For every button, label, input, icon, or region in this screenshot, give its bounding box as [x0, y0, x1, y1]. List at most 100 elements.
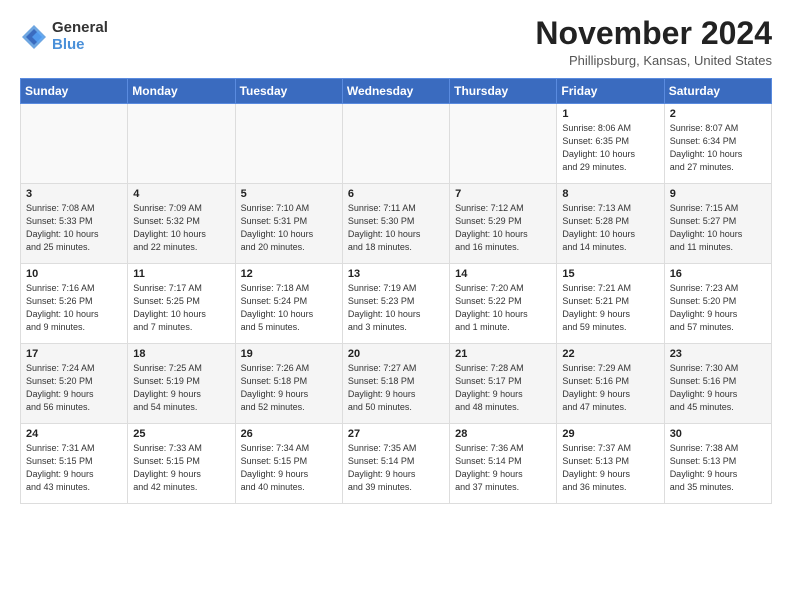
- day-info: Sunrise: 7:08 AM Sunset: 5:33 PM Dayligh…: [26, 202, 122, 254]
- calendar-cell: 22Sunrise: 7:29 AM Sunset: 5:16 PM Dayli…: [557, 344, 664, 424]
- calendar-cell: [128, 104, 235, 184]
- day-info: Sunrise: 7:37 AM Sunset: 5:13 PM Dayligh…: [562, 442, 658, 494]
- calendar-cell: 1Sunrise: 8:06 AM Sunset: 6:35 PM Daylig…: [557, 104, 664, 184]
- day-info: Sunrise: 7:38 AM Sunset: 5:13 PM Dayligh…: [670, 442, 766, 494]
- calendar-cell: 17 Sunrise: 7:24 AM Sunset: 5:20 PM Dayli…: [21, 344, 128, 424]
- day-info: Sunrise: 7:34 AM Sunset: 5:15 PM Dayligh…: [241, 442, 337, 494]
- calendar-cell: 2Sunrise: 8:07 AM Sunset: 6:34 PM Daylig…: [664, 104, 771, 184]
- calendar-cell: 20 Sunrise: 7:27 AM Sunset: 5:18 PM Dayli…: [342, 344, 449, 424]
- day-number: 14: [455, 268, 551, 280]
- day-info: Sunrise: 7:30 AM Sunset: 5:16 PM Dayligh…: [670, 362, 766, 414]
- day-number: 23: [670, 348, 766, 360]
- day-info: Sunrise: 7:27 AM Sunset: 5:18 PM Dayligh…: [348, 362, 444, 414]
- day-number: 11: [133, 268, 229, 280]
- day-info: Sunrise: 7:09 AM Sunset: 5:32 PM Dayligh…: [133, 202, 229, 254]
- calendar-cell: 3 Sunrise: 7:08 AM Sunset: 5:33 PM Daylig…: [21, 184, 128, 264]
- day-number: 12: [241, 268, 337, 280]
- calendar-cell: 12 Sunrise: 7:18 AM Sunset: 5:24 PM Dayli…: [235, 264, 342, 344]
- month-title: November 2024: [535, 16, 772, 51]
- day-number: 6: [348, 188, 444, 200]
- weekday-header-tuesday: Tuesday: [235, 79, 342, 104]
- day-info: Sunrise: 7:12 AM Sunset: 5:29 PM Dayligh…: [455, 202, 551, 254]
- day-info: Sunrise: 8:07 AM Sunset: 6:34 PM Dayligh…: [670, 122, 766, 174]
- calendar-cell: [342, 104, 449, 184]
- calendar-cell: 7 Sunrise: 7:12 AM Sunset: 5:29 PM Daylig…: [450, 184, 557, 264]
- day-info: Sunrise: 7:15 AM Sunset: 5:27 PM Dayligh…: [670, 202, 766, 254]
- calendar-cell: 27 Sunrise: 7:35 AM Sunset: 5:14 PM Dayli…: [342, 424, 449, 504]
- day-number: 10: [26, 268, 122, 280]
- calendar-cell: 4 Sunrise: 7:09 AM Sunset: 5:32 PM Daylig…: [128, 184, 235, 264]
- day-info: Sunrise: 7:13 AM Sunset: 5:28 PM Dayligh…: [562, 202, 658, 254]
- day-number: 7: [455, 188, 551, 200]
- calendar-cell: 15Sunrise: 7:21 AM Sunset: 5:21 PM Dayli…: [557, 264, 664, 344]
- day-info: Sunrise: 7:28 AM Sunset: 5:17 PM Dayligh…: [455, 362, 551, 414]
- day-info: Sunrise: 7:26 AM Sunset: 5:18 PM Dayligh…: [241, 362, 337, 414]
- logo: General Blue: [20, 20, 108, 53]
- calendar-week-1: 1Sunrise: 8:06 AM Sunset: 6:35 PM Daylig…: [21, 104, 772, 184]
- day-info: Sunrise: 7:23 AM Sunset: 5:20 PM Dayligh…: [670, 282, 766, 334]
- weekday-header-friday: Friday: [557, 79, 664, 104]
- calendar-cell: 11 Sunrise: 7:17 AM Sunset: 5:25 PM Dayli…: [128, 264, 235, 344]
- header: General Blue November 2024 Phillipsburg,…: [20, 16, 772, 68]
- calendar-cell: 24 Sunrise: 7:31 AM Sunset: 5:15 PM Dayli…: [21, 424, 128, 504]
- day-info: Sunrise: 7:25 AM Sunset: 5:19 PM Dayligh…: [133, 362, 229, 414]
- day-info: Sunrise: 7:31 AM Sunset: 5:15 PM Dayligh…: [26, 442, 122, 494]
- day-number: 20: [348, 348, 444, 360]
- day-info: Sunrise: 7:21 AM Sunset: 5:21 PM Dayligh…: [562, 282, 658, 334]
- calendar-cell: 14 Sunrise: 7:20 AM Sunset: 5:22 PM Dayli…: [450, 264, 557, 344]
- weekday-header-thursday: Thursday: [450, 79, 557, 104]
- calendar-cell: 21Sunrise: 7:28 AM Sunset: 5:17 PM Dayli…: [450, 344, 557, 424]
- calendar-cell: 19Sunrise: 7:26 AM Sunset: 5:18 PM Dayli…: [235, 344, 342, 424]
- day-info: Sunrise: 7:17 AM Sunset: 5:25 PM Dayligh…: [133, 282, 229, 334]
- day-number: 24: [26, 428, 122, 440]
- day-info: Sunrise: 7:29 AM Sunset: 5:16 PM Dayligh…: [562, 362, 658, 414]
- calendar-week-3: 10 Sunrise: 7:16 AM Sunset: 5:26 PM Dayli…: [21, 264, 772, 344]
- day-info: Sunrise: 7:11 AM Sunset: 5:30 PM Dayligh…: [348, 202, 444, 254]
- day-info: Sunrise: 7:16 AM Sunset: 5:26 PM Dayligh…: [26, 282, 122, 334]
- location: Phillipsburg, Kansas, United States: [535, 53, 772, 68]
- calendar-table: SundayMondayTuesdayWednesdayThursdayFrid…: [20, 78, 772, 504]
- calendar-cell: 28Sunrise: 7:36 AM Sunset: 5:14 PM Dayli…: [450, 424, 557, 504]
- calendar-cell: 10 Sunrise: 7:16 AM Sunset: 5:26 PM Dayli…: [21, 264, 128, 344]
- calendar-cell: 16Sunrise: 7:23 AM Sunset: 5:20 PM Dayli…: [664, 264, 771, 344]
- day-number: 30: [670, 428, 766, 440]
- logo-text: General Blue: [52, 20, 108, 53]
- calendar-cell: 26Sunrise: 7:34 AM Sunset: 5:15 PM Dayli…: [235, 424, 342, 504]
- calendar-cell: 6 Sunrise: 7:11 AM Sunset: 5:30 PM Daylig…: [342, 184, 449, 264]
- day-info: Sunrise: 8:06 AM Sunset: 6:35 PM Dayligh…: [562, 122, 658, 174]
- calendar-cell: 23 Sunrise: 7:30 AM Sunset: 5:16 PM Dayli…: [664, 344, 771, 424]
- day-number: 29: [562, 428, 658, 440]
- calendar-cell: 5 Sunrise: 7:10 AM Sunset: 5:31 PM Daylig…: [235, 184, 342, 264]
- weekday-header-row: SundayMondayTuesdayWednesdayThursdayFrid…: [21, 79, 772, 104]
- calendar-cell: 18 Sunrise: 7:25 AM Sunset: 5:19 PM Dayli…: [128, 344, 235, 424]
- day-number: 9: [670, 188, 766, 200]
- day-info: Sunrise: 7:33 AM Sunset: 5:15 PM Dayligh…: [133, 442, 229, 494]
- day-info: Sunrise: 7:20 AM Sunset: 5:22 PM Dayligh…: [455, 282, 551, 334]
- calendar-cell: 30 Sunrise: 7:38 AM Sunset: 5:13 PM Dayli…: [664, 424, 771, 504]
- calendar-cell: [21, 104, 128, 184]
- day-number: 17: [26, 348, 122, 360]
- title-section: November 2024 Phillipsburg, Kansas, Unit…: [535, 16, 772, 68]
- day-number: 13: [348, 268, 444, 280]
- calendar-cell: 8Sunrise: 7:13 AM Sunset: 5:28 PM Daylig…: [557, 184, 664, 264]
- day-number: 25: [133, 428, 229, 440]
- day-number: 27: [348, 428, 444, 440]
- day-number: 3: [26, 188, 122, 200]
- day-number: 18: [133, 348, 229, 360]
- weekday-header-monday: Monday: [128, 79, 235, 104]
- day-number: 4: [133, 188, 229, 200]
- day-info: Sunrise: 7:18 AM Sunset: 5:24 PM Dayligh…: [241, 282, 337, 334]
- day-info: Sunrise: 7:10 AM Sunset: 5:31 PM Dayligh…: [241, 202, 337, 254]
- logo-icon: [20, 23, 48, 51]
- calendar-cell: 29 Sunrise: 7:37 AM Sunset: 5:13 PM Dayli…: [557, 424, 664, 504]
- day-number: 5: [241, 188, 337, 200]
- weekday-header-saturday: Saturday: [664, 79, 771, 104]
- day-info: Sunrise: 7:19 AM Sunset: 5:23 PM Dayligh…: [348, 282, 444, 334]
- day-info: Sunrise: 7:35 AM Sunset: 5:14 PM Dayligh…: [348, 442, 444, 494]
- day-info: Sunrise: 7:24 AM Sunset: 5:20 PM Dayligh…: [26, 362, 122, 414]
- weekday-header-wednesday: Wednesday: [342, 79, 449, 104]
- calendar-cell: [235, 104, 342, 184]
- day-info: Sunrise: 7:36 AM Sunset: 5:14 PM Dayligh…: [455, 442, 551, 494]
- calendar-cell: [450, 104, 557, 184]
- calendar-week-2: 3 Sunrise: 7:08 AM Sunset: 5:33 PM Daylig…: [21, 184, 772, 264]
